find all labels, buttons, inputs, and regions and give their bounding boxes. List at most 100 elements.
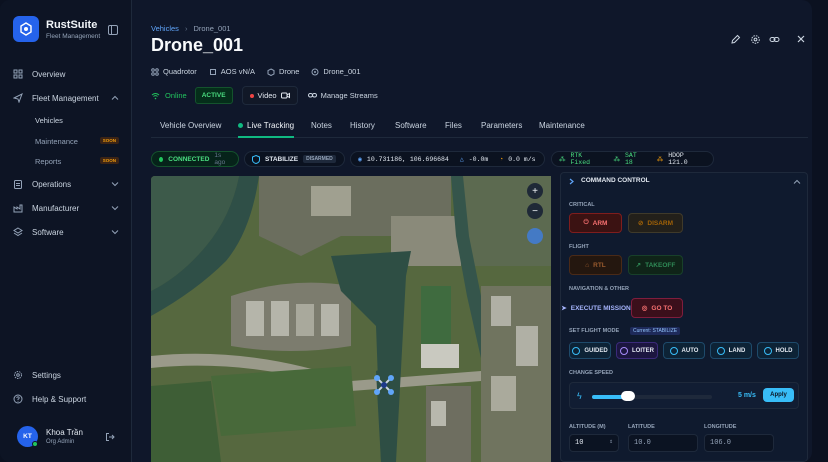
tab-notes[interactable]: Notes [311,121,332,138]
latitude-input[interactable]: 10.0 [628,434,698,452]
tab-maintenance[interactable]: Maintenance [539,121,585,138]
tab-parameters[interactable]: Parameters [481,121,522,138]
close-icon[interactable] [796,34,808,46]
connection-label: CONNECTED [168,155,210,163]
apply-speed-button[interactable]: Apply [763,388,794,402]
disarm-button[interactable]: ⊘ DISARM [628,213,683,233]
mode-label: LOITER [632,347,654,354]
speed-control: ϟ 5 m/s Apply [569,382,799,409]
longitude-input[interactable]: 106.0 [704,434,774,452]
logout-icon[interactable] [105,432,115,442]
hdop-icon: ⁂ [656,156,664,163]
gear-icon[interactable] [750,34,762,46]
tab-live-tracking[interactable]: Live Tracking [238,121,295,138]
collapse-sidebar-icon[interactable] [108,25,118,35]
user-profile[interactable]: KT Khoa Trần Org Admin [17,424,123,450]
chevron-down-icon [111,180,119,188]
satellite-map[interactable]: + − [151,176,551,462]
telemetry-bar: ◉ 10.731186, 106.696684 △ -0.0m ◔ 0.0 m/… [350,151,545,167]
sidebar-item-software[interactable]: Software [13,225,125,239]
tab-vehicle-overview[interactable]: Vehicle Overview [160,121,221,138]
sidebar-item-operations[interactable]: Operations [13,177,125,191]
sidebar-subitem-reports[interactable]: Reports SOON [35,155,119,167]
gps-status: ⁂ RTK Fixed ⁂ SAT 18 ⁂ HDOP 121.0 [551,151,714,167]
grid-icon [13,69,23,79]
edit-icon[interactable] [730,34,742,46]
tab-software[interactable]: Software [395,121,427,138]
execute-mission-button[interactable]: ➤ EXECUTE MISSION [559,298,633,318]
meta-id-label: Drone_001 [323,67,361,76]
ban-icon: ⊘ [637,220,644,227]
gear-icon [13,370,23,380]
section-change-speed: CHANGE SPEED [569,370,614,376]
meta-category: Drone [267,67,299,76]
mode-auto-button[interactable]: AUTO [663,342,705,359]
sidebar-item-overview[interactable]: Overview [13,67,125,81]
mode-guided-button[interactable]: GUIDED [569,342,611,359]
tab-files[interactable]: Files [445,121,462,138]
brand: RustSuite Fleet Management [13,16,123,44]
camera-icon [280,92,290,99]
video-button[interactable]: Video [241,86,298,105]
connection-status: CONNECTED 1s ago [151,151,239,167]
drone-marker-icon[interactable] [373,374,395,396]
soon-badge: SOON [99,137,119,144]
rtl-label: RTL [593,261,606,269]
speed-slider-thumb[interactable] [621,391,635,401]
status-badge: ACTIVE [194,87,233,104]
link-icon[interactable] [769,34,781,46]
tab-history[interactable]: History [350,121,375,138]
locate-button[interactable] [527,228,543,244]
stepper-arrows-icon[interactable]: ⇕ [609,438,613,445]
tab-bar: Vehicle Overview Live Tracking Notes His… [151,118,808,138]
sidebar-item-help[interactable]: Help & Support [13,392,125,406]
breadcrumb-current: Drone_001 [193,24,231,33]
rtk-icon: ⁂ [559,156,566,163]
arm-button[interactable]: ⏻ ARM [569,213,622,233]
meta-os-label: AOS vN/A [220,67,255,76]
mode-hold-button[interactable]: HOLD [757,342,799,359]
zoom-out-button[interactable]: − [527,203,543,219]
main-content: Vehicles › Drone_001 Drone_001 Quadrotor… [132,0,812,462]
altitude-stepper[interactable]: 10 ⇕ [569,434,619,452]
breadcrumb-vehicles-link[interactable]: Vehicles [151,24,179,33]
power-icon: ⏻ [583,219,589,226]
mode-loiter-button[interactable]: LOITER [616,342,658,359]
map-imagery [151,176,551,462]
altitude-label: ALTITUDE (M) [569,424,606,430]
user-role: Org Admin [46,439,75,445]
sidebar-item-manufacturer[interactable]: Manufacturer [13,201,125,215]
current-mode-badge: Current: STABILIZE [630,327,681,335]
drone-icon [151,67,159,76]
connected-dot-icon [159,156,164,162]
help-icon [13,394,23,404]
meta-id: Drone_001 [311,67,361,76]
manage-streams-label: Manage Streams [320,91,378,100]
gauge-icon: ◔ [499,155,504,163]
chevron-up-icon[interactable] [793,178,801,186]
takeoff-button[interactable]: ↗ TAKEOFF [628,255,683,275]
recording-dot-icon [249,93,254,98]
mode-guided-icon [572,346,581,355]
sidebar-subitem-vehicles[interactable]: Vehicles [35,114,119,126]
coordinates-value: 10.731186, 106.696684 [366,155,449,163]
zoom-in-button[interactable]: + [527,183,543,199]
speed-slider-track[interactable] [592,395,712,399]
sidebar-item-settings[interactable]: Settings [13,368,125,382]
connection-age: 1s ago [214,152,226,166]
go-to-button[interactable]: ◎ GO TO [631,298,683,318]
sidebar-item-label: Settings [32,370,61,380]
terminal-icon [569,178,574,185]
rtl-button[interactable]: ⌂ RTL [569,255,622,275]
meta-category-label: Drone [278,67,300,76]
manage-streams-button[interactable]: Manage Streams [307,91,378,100]
mode-land-button[interactable]: LAND [710,342,752,359]
soon-badge: SOON [99,157,119,164]
link-icon [307,93,317,98]
section-navigation: NAVIGATION & OTHER [569,286,629,292]
sidebar-subitem-maintenance[interactable]: Maintenance SOON [35,135,119,147]
section-flight: FLIGHT [569,244,589,250]
armed-state-badge: DISARMED [303,155,336,163]
takeoff-label: TAKEOFF [645,261,676,269]
sidebar-item-fleet-management[interactable]: Fleet Management [13,91,125,105]
